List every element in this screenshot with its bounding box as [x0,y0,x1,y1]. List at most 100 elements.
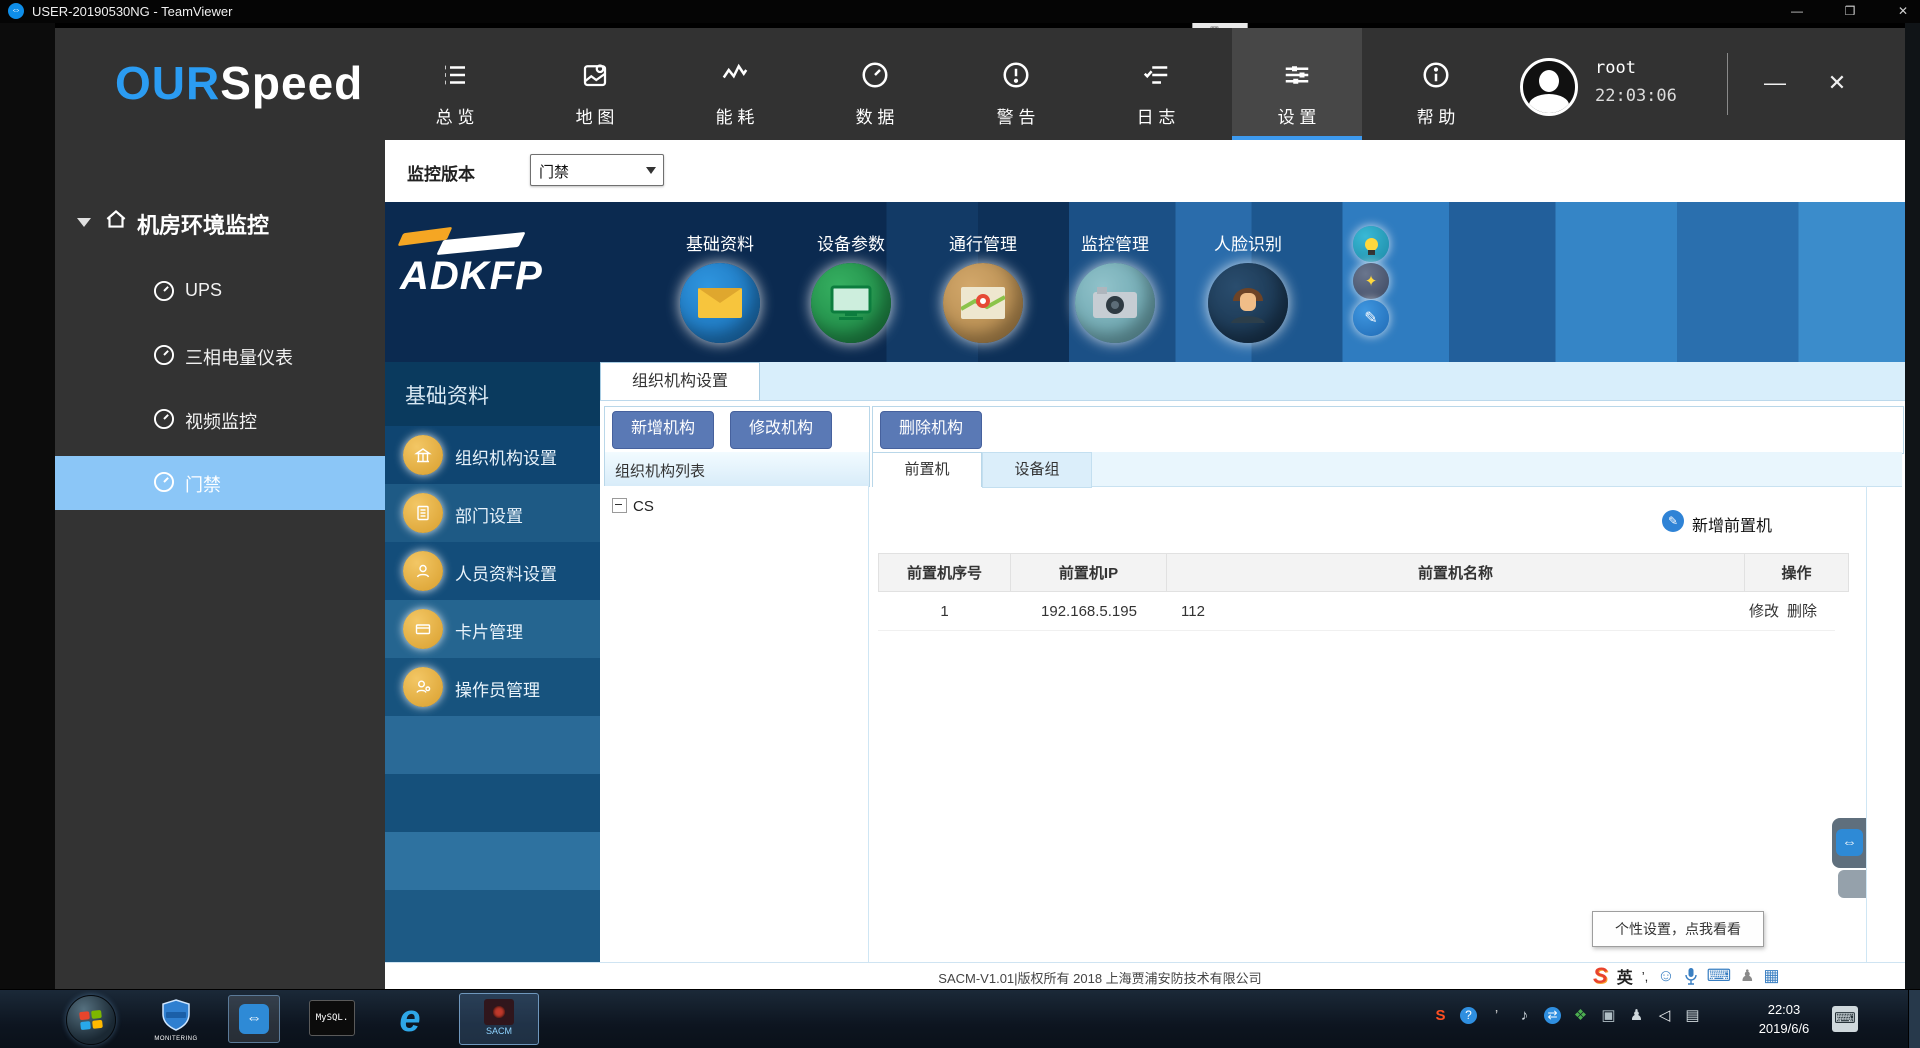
taskbar-clock[interactable]: 22:03 2019/6/6 [1742,1000,1826,1038]
module-basic-info[interactable]: 基础资料 [645,230,795,343]
edit-org-button[interactable]: 修改机构 [730,411,832,449]
tree-collapse-icon[interactable] [612,498,627,513]
show-desktop-button[interactable] [1908,990,1920,1048]
tray-volume-icon[interactable]: ◁ [1656,1006,1673,1024]
module-device-params[interactable]: 设备参数 [776,230,926,343]
taskbar-item-sacm[interactable]: SACM [459,993,539,1045]
version-bar: 监控版本 门禁 [385,140,1905,202]
map-pin-icon [943,263,1023,343]
bulb-icon[interactable] [1353,226,1389,262]
tab-front-machine[interactable]: 前置机 [872,452,982,487]
ime-language-toggle[interactable]: 英 [1617,964,1633,988]
taskbar-item-mysql[interactable]: MySQL. [306,995,358,1043]
nav-item-alerts[interactable]: 警 告 [951,28,1081,140]
submenu-item-personnel[interactable]: 人员资料设置 [385,542,600,600]
tray-icon[interactable]: ♟ [1628,1006,1645,1024]
col-header-seq: 前置机序号 [878,553,1011,592]
submenu-item-label: 卡片管理 [455,618,523,643]
nav-label: 帮 助 [1371,103,1501,128]
tray-network-icon[interactable]: ▤ [1684,1006,1701,1024]
nav-item-data[interactable]: 数 据 [810,28,940,140]
gauge-icon [153,408,175,430]
sidebar-item-video[interactable]: 视频监控 [55,396,385,444]
module-face-recognition[interactable]: 人脸识别 [1173,230,1323,343]
nav-item-map[interactable]: 地 图 [530,28,660,140]
sidebar-item-power-meter[interactable]: 三相电量仪表 [55,332,385,380]
pencil-icon[interactable]: ✎ [1353,300,1389,336]
avatar[interactable] [1520,58,1578,116]
tools-icon[interactable]: ✦ [1353,263,1389,299]
start-button[interactable] [66,995,116,1045]
nav-label: 总 览 [390,103,520,128]
taskbar-item-remote-tool[interactable]: ⇔ [228,995,280,1043]
nav-item-settings[interactable]: 设 置 [1232,28,1362,140]
touch-keyboard-icon[interactable]: ⌨ [1832,1006,1858,1032]
nav-item-help[interactable]: 帮 助 [1371,28,1501,140]
submenu-item-departments[interactable]: 部门设置 [385,484,600,542]
delete-org-button[interactable]: 删除机构 [880,411,982,449]
tab-device-group[interactable]: 设备组 [982,452,1092,488]
copyright-text: SACM-V1.01|版权所有 2018 上海贾浦安防技术有限公司 [700,968,1500,987]
home-icon [103,206,129,232]
sidebar-item-ups[interactable]: UPS [55,268,385,316]
tray-icon[interactable]: ❖ [1572,1006,1589,1024]
taskbar-item-ie[interactable]: e [384,995,436,1043]
app-minimize-button[interactable]: — [1755,63,1795,103]
desktop-left-strip [0,23,55,989]
sacm-app-icon [484,999,514,1025]
org-list-header: 组织机构列表 [604,452,870,487]
module-access-mgmt[interactable]: 通行管理 [908,230,1058,343]
nav-label: 警 告 [951,103,1081,128]
person-icon[interactable]: ♟ [1740,966,1754,986]
tv-minimize-button[interactable]: — [1782,2,1812,21]
submenu-header: 基础资料 [385,362,600,426]
submenu-item-label: 部门设置 [455,502,523,527]
app-close-button[interactable]: ✕ [1817,63,1857,103]
sogou-logo-icon[interactable]: S [1593,963,1608,989]
sidebar-item-access-control[interactable]: 门禁 [55,456,385,510]
sidebar-root-node[interactable]: 机房环境监控 [55,200,385,246]
front-toolbar [872,406,1904,454]
submenu-item-operators[interactable]: 操作员管理 [385,658,600,716]
tray-icon[interactable]: ’ [1488,1007,1505,1024]
module-monitor-mgmt[interactable]: 监控管理 [1040,230,1190,343]
ime-punctuation-toggle[interactable]: ’, [1642,969,1649,984]
submenu-item-cards[interactable]: 卡片管理 [385,600,600,658]
nav-label: 能 耗 [670,103,800,128]
nav-item-energy[interactable]: 能 耗 [670,28,800,140]
tray-icon[interactable]: ▣ [1600,1006,1617,1024]
banner: ADKFP 基础资料 设备参数 通行管理 监控管理 人 [385,202,1905,362]
camera-icon [1075,263,1155,343]
terminal-icon: MySQL. [309,1000,355,1036]
nav-item-logs[interactable]: 日 志 [1091,28,1221,140]
col-header-ops: 操作 [1745,553,1849,592]
nav-item-overview[interactable]: 总 览 [390,28,520,140]
face-icon [1208,263,1288,343]
toolbox-grid-icon[interactable]: ▦ [1763,966,1779,986]
edge-widget[interactable]: ⇔ [1832,818,1866,900]
row-delete-link[interactable]: 删除 [1787,603,1817,620]
soft-keyboard-icon[interactable]: ⌨ [1707,966,1732,986]
tray-sound-icon[interactable]: ♪ [1516,1007,1533,1024]
cell-ops: 修改删除 [1731,592,1835,631]
col-header-name: 前置机名称 [1167,553,1745,592]
pencil-circle-icon: ✎ [1662,510,1684,532]
tv-maximize-button[interactable]: ❒ [1835,2,1865,21]
submenu-item-org-setup[interactable]: 组织机构设置 [385,426,600,484]
taskbar-item-monitoring[interactable]: MONITERING [150,995,202,1043]
smiley-icon[interactable]: ☺ [1657,966,1674,986]
row-edit-link[interactable]: 修改 [1749,603,1779,620]
content-right-divider [1866,486,1867,962]
tray-help-icon[interactable]: ? [1460,1007,1477,1024]
version-dropdown[interactable]: 门禁 [530,154,664,186]
tray-sogou-icon[interactable]: S [1432,1007,1449,1024]
add-org-button[interactable]: 新增机构 [612,411,714,449]
tree-node-cs[interactable]: CS [612,498,654,515]
tray-teamviewer-icon[interactable]: ⇄ [1544,1007,1561,1024]
mic-icon[interactable] [1684,967,1698,985]
content-tabstrip [600,362,1905,401]
tv-close-button[interactable]: ✕ [1888,2,1918,21]
brand-text: ADKFP [400,254,543,299]
tab-org-setup[interactable]: 组织机构设置 [600,362,760,400]
submenu-item-label: 组织机构设置 [455,444,557,469]
